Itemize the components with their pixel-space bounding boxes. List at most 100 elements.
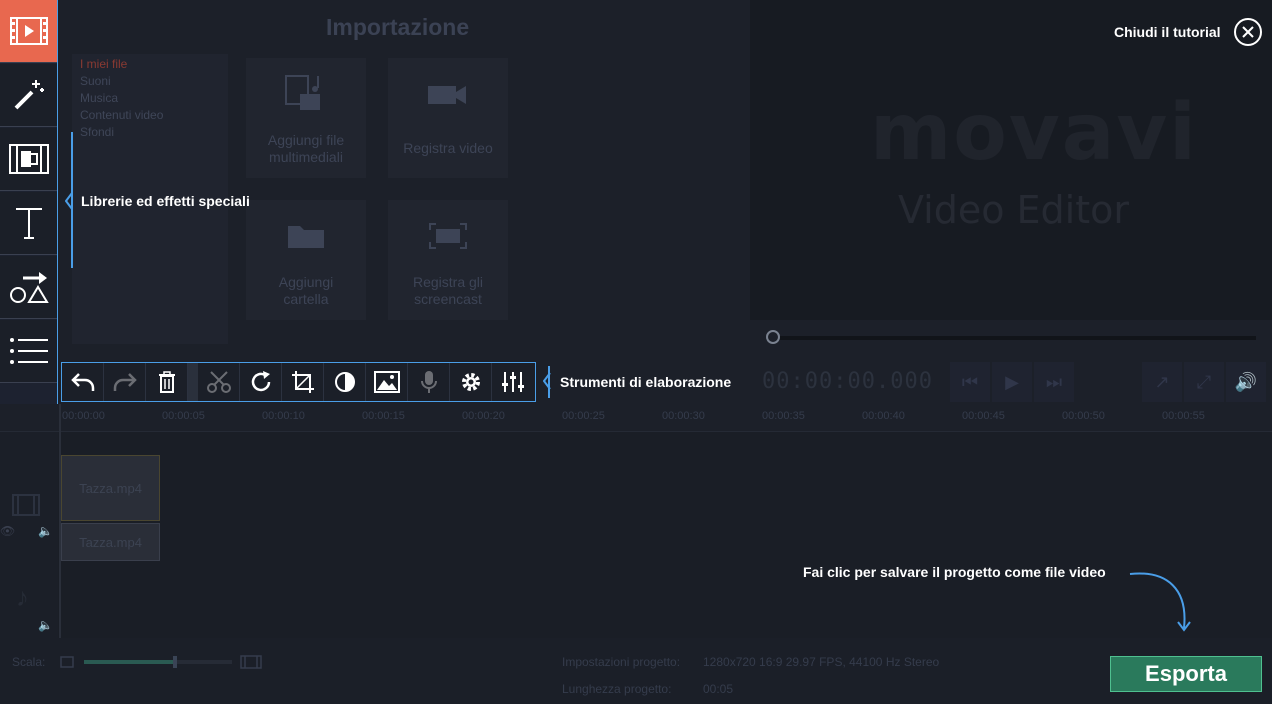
record-video-button[interactable]: Registra video — [388, 58, 508, 178]
add-folder-button[interactable]: Aggiungi cartella — [246, 200, 366, 320]
ruler-label: 00:00:25 — [562, 410, 605, 422]
libraries-note: Librerie ed effetti speciali — [81, 193, 250, 209]
tools-bracket-tip — [543, 372, 551, 390]
zoom-in-icon[interactable] — [240, 655, 262, 669]
toolbar-separator — [188, 363, 198, 401]
rotate-icon — [251, 371, 270, 392]
volume-button[interactable]: 🔊 — [1226, 362, 1266, 402]
fullscreen-icon: ⤢ — [1196, 371, 1212, 392]
project-length-value: 00:05 — [703, 682, 734, 696]
ruler-label: 00:00:00 — [62, 410, 105, 422]
skip-forward-icon: ⏭ — [1045, 371, 1063, 392]
editing-toolbar — [61, 362, 536, 402]
crop-icon — [291, 371, 314, 393]
image-icon — [373, 371, 400, 393]
audio-clip[interactable]: Tazza.mp4 — [61, 523, 160, 561]
video-editor-label: Video Editor — [898, 188, 1130, 232]
ruler-label: 00:00:10 — [262, 410, 305, 422]
zoom-out-icon[interactable] — [60, 656, 74, 668]
add-media-files-button[interactable]: Aggiungi file multimediali — [246, 58, 366, 178]
volume-icon: 🔊 — [1234, 371, 1258, 392]
sidebar-item-more[interactable] — [0, 320, 57, 383]
screencast-icon — [429, 223, 467, 249]
ruler-label: 00:00:15 — [362, 410, 405, 422]
ruler-label: 00:00:40 — [862, 410, 905, 422]
voiceover-button[interactable] — [408, 363, 450, 401]
libraries-bracket-tip — [65, 192, 73, 210]
playhead[interactable] — [59, 404, 61, 638]
list-menu-icon — [9, 338, 48, 364]
ruler-label: 00:00:30 — [662, 410, 705, 422]
rotate-button[interactable] — [240, 363, 282, 401]
add-folder-label-1: Aggiungi — [278, 274, 334, 290]
video-clip[interactable]: Tazza.mp4 — [61, 455, 160, 521]
scale-slider-handle[interactable] — [173, 656, 177, 668]
library-item-sounds[interactable]: Suoni — [80, 74, 111, 88]
ruler-label: 00:00:50 — [1062, 410, 1105, 422]
track-volume-icon[interactable]: 🔈 — [38, 524, 53, 538]
project-settings-label: Impostazioni progetto: — [562, 655, 681, 669]
microphone-icon — [420, 371, 437, 393]
visibility-icon[interactable]: 👁 — [0, 524, 15, 538]
media-files-icon — [285, 75, 320, 110]
sidebar-item-import[interactable] — [0, 0, 57, 63]
popout-icon: ↗ — [1154, 371, 1170, 392]
sidebar-item-stickers[interactable] — [0, 256, 57, 319]
add-media-files-label-1: Aggiungi file — [267, 132, 345, 148]
project-settings-value[interactable]: 1280x720 16:9 29.97 FPS, 44100 Hz Stereo — [703, 655, 939, 669]
sidebar-item-filters[interactable] — [0, 64, 57, 127]
fullscreen-button[interactable]: ⤢ — [1184, 362, 1224, 402]
redo-button[interactable] — [104, 363, 146, 401]
record-screencast-label-2: screencast — [414, 291, 482, 307]
scissors-icon — [206, 371, 231, 393]
gear-icon — [461, 373, 480, 391]
cut-button[interactable] — [198, 363, 240, 401]
skip-back-icon: ⏮ — [961, 371, 979, 392]
color-adjust-button[interactable] — [324, 363, 366, 401]
timeline[interactable] — [0, 432, 1272, 638]
scale-slider-fill — [84, 660, 176, 664]
next-frame-button[interactable]: ⏭ — [1034, 362, 1074, 402]
redo-icon — [113, 373, 137, 391]
crop-button[interactable] — [282, 363, 324, 401]
prev-frame-button[interactable]: ⏮ — [950, 362, 990, 402]
close-tutorial-label[interactable]: Chiudi il tutorial — [1114, 24, 1221, 40]
music-volume-icon[interactable]: 🔈 — [38, 618, 53, 632]
sidebar-item-transitions[interactable] — [0, 128, 57, 191]
export-note: Fai clic per salvare il progetto come fi… — [803, 564, 1106, 580]
library-item-video-content[interactable]: Contenuti video — [80, 108, 163, 122]
library-item-backgrounds[interactable]: Sfondi — [80, 125, 114, 139]
play-icon: ▶ — [1005, 371, 1019, 392]
text-title-icon — [15, 208, 42, 239]
record-screencast-label-1: Registra gli — [412, 274, 484, 290]
trash-icon — [158, 371, 175, 393]
sidebar-item-titles[interactable] — [0, 192, 57, 255]
audio-equalizer-button[interactable] — [492, 363, 534, 401]
preview-progress-track[interactable] — [766, 336, 1256, 340]
export-button[interactable]: Esporta — [1110, 656, 1262, 692]
popout-button[interactable]: ↗ — [1142, 362, 1182, 402]
undo-button[interactable] — [62, 363, 104, 401]
delete-button[interactable] — [146, 363, 188, 401]
ruler-label: 00:00:35 — [762, 410, 805, 422]
record-screencast-button[interactable]: Registra gli screencast — [388, 200, 508, 320]
close-tutorial-button[interactable] — [1234, 18, 1262, 46]
equalizer-icon — [502, 372, 524, 392]
ruler-label: 00:00:20 — [462, 410, 505, 422]
scale-label: Scala: — [12, 655, 46, 669]
export-arrow — [1129, 572, 1191, 632]
library-item-my-files[interactable]: I miei file — [80, 57, 127, 71]
library-item-music[interactable]: Musica — [80, 91, 118, 105]
video-track-icon — [12, 494, 40, 516]
image-effects-button[interactable] — [366, 363, 408, 401]
tools-note: Strumenti di elaborazione — [560, 374, 732, 390]
ruler-label: 00:00:45 — [962, 410, 1005, 422]
play-button[interactable]: ▶ — [992, 362, 1032, 402]
clip-properties-button[interactable] — [450, 363, 492, 401]
preview-progress-knob[interactable] — [766, 330, 780, 344]
record-video-label: Registra video — [403, 140, 493, 156]
color-adjust-icon — [334, 372, 355, 392]
add-folder-label-2: cartella — [283, 291, 329, 307]
ruler-label: 00:00:05 — [162, 410, 205, 422]
music-track-icon: ♪ — [16, 582, 29, 612]
